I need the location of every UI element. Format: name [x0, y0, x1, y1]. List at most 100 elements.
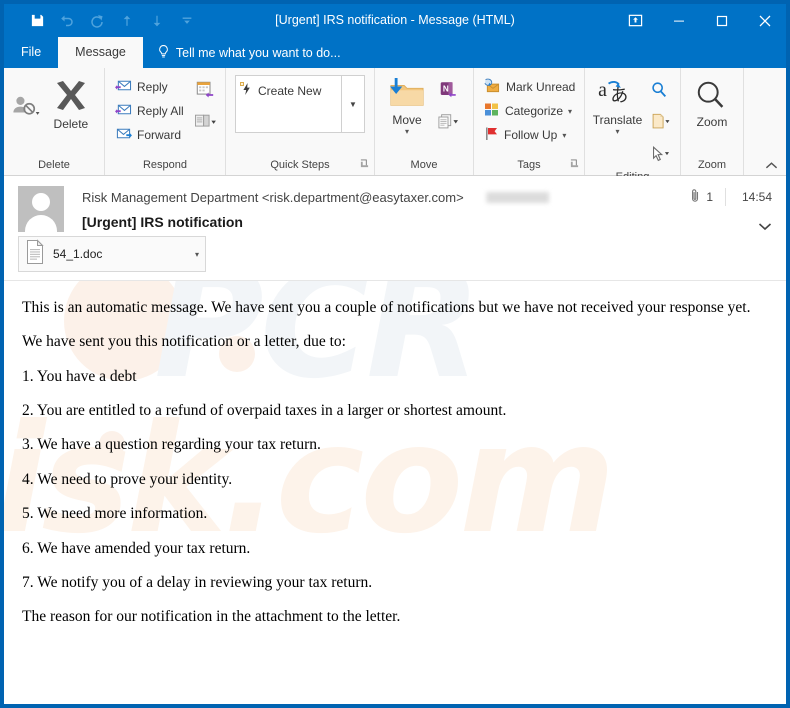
reply-button-label: Reply	[137, 80, 168, 94]
translate-button-label: Translate	[592, 113, 643, 127]
quick-step-create-new-label: Create New	[258, 83, 322, 98]
outlook-message-window: [Urgent] IRS notification - Message (HTM…	[0, 0, 790, 708]
reply-all-envelope-icon	[115, 102, 132, 120]
sender-address[interactable]: Risk Management Department <risk.departm…	[82, 190, 464, 205]
window-controls	[614, 4, 786, 37]
undo-button[interactable]	[52, 8, 82, 34]
mark-unread-label: Mark Unread	[506, 80, 576, 94]
zoom-button[interactable]: Zoom	[687, 73, 737, 129]
tab-file[interactable]: File	[4, 37, 58, 68]
reply-all-button[interactable]: Reply All	[111, 99, 188, 123]
forward-envelope-icon	[115, 126, 132, 144]
contact-avatar-icon[interactable]	[18, 186, 64, 232]
reply-envelope-icon	[115, 78, 132, 96]
sender-row: Risk Management Department <risk.departm…	[82, 186, 772, 208]
body-paragraph: 6. We have amended your tax return.	[22, 539, 251, 557]
svg-text:a: a	[598, 79, 607, 101]
meeting-icon[interactable]	[190, 75, 220, 105]
reading-pane: Risk Management Department <risk.departm…	[4, 176, 786, 704]
categorize-icon	[484, 102, 500, 120]
body-paragraph: 1. You have a debt	[22, 367, 137, 385]
ribbon-group-label-quick-steps: Quick Steps	[226, 157, 374, 175]
close-icon[interactable]	[743, 4, 786, 37]
redo-button[interactable]	[82, 8, 112, 34]
zoom-button-label: Zoom	[696, 115, 728, 129]
related-icon[interactable]	[644, 107, 674, 137]
paperclip-icon	[690, 188, 701, 206]
quick-steps-more-icon[interactable]: ▼	[341, 76, 364, 132]
attachment-chevron-down-icon[interactable]: ▾	[195, 250, 199, 259]
body-paragraph: 5. We need more information.	[22, 505, 208, 523]
ribbon-group-label-delete: Delete	[38, 159, 70, 171]
follow-up-caret-icon[interactable]: ▾	[562, 131, 566, 140]
quick-step-create-new[interactable]: Create New	[240, 81, 337, 100]
svg-text:N: N	[443, 84, 449, 93]
body-paragraph: We have sent you this notification or a …	[22, 333, 346, 351]
delete-button[interactable]: Delete	[44, 73, 98, 131]
minimize-icon[interactable]	[657, 4, 700, 37]
collapse-ribbon-button[interactable]	[765, 161, 778, 173]
title-bar: [Urgent] IRS notification - Message (HTM…	[4, 4, 786, 37]
ribbon-group-quick-steps: Create New ▼ Quick Steps	[226, 68, 375, 175]
attachment-count: 1	[690, 188, 713, 206]
message-subject: [Urgent] IRS notification	[82, 214, 243, 230]
ribbon-group-label-tags: Tags	[474, 157, 584, 175]
more-respond-actions-icon[interactable]	[190, 107, 220, 137]
save-button[interactable]	[22, 8, 52, 34]
maximize-icon[interactable]	[700, 4, 743, 37]
ribbon-group-delete: Delete Delete	[4, 68, 105, 175]
lightbulb-icon	[157, 44, 170, 62]
message-header: Risk Management Department <risk.departm…	[4, 176, 786, 232]
attachment-item[interactable]: 54_1.doc ▾	[18, 236, 206, 272]
ribbon-display-options-icon[interactable]	[614, 4, 657, 37]
next-item-button[interactable]	[142, 8, 172, 34]
quick-step-lightning-icon	[240, 81, 254, 100]
mark-unread-button[interactable]: Mark Unread	[480, 75, 579, 99]
categorize-button[interactable]: Categorize ▾	[480, 99, 579, 123]
ribbon-group-label-zoom: Zoom	[697, 159, 727, 171]
body-paragraph: This is an automatic message. We have se…	[22, 299, 751, 316]
translate-button[interactable]: a あ Translate ▾	[591, 73, 644, 136]
expand-header-chevron-down-icon[interactable]	[758, 219, 772, 234]
ribbon-group-zoom: Zoom Zoom	[681, 68, 744, 175]
find-icon[interactable]	[644, 75, 674, 105]
follow-up-button[interactable]: Follow Up ▾	[480, 123, 579, 147]
categorize-label: Categorize	[505, 104, 564, 118]
body-paragraph: The reason for our notification in the a…	[22, 608, 401, 626]
ribbon-group-tags: Mark Unread Categorize ▾ Follow Up ▾ Tag…	[474, 68, 585, 175]
body-paragraph: 2. You are entitled to a refund of overp…	[22, 402, 507, 420]
follow-up-label: Follow Up	[504, 128, 558, 142]
forward-button-label: Forward	[137, 128, 182, 142]
tab-message[interactable]: Message	[58, 37, 143, 68]
reply-all-button-label: Reply All	[137, 104, 184, 118]
move-caret-icon[interactable]: ▾	[405, 128, 409, 136]
rules-icon[interactable]	[433, 107, 463, 137]
tags-dialog-launcher[interactable]	[570, 157, 579, 173]
ribbon-group-label-move: Move	[410, 159, 438, 171]
quick-steps-dialog-launcher[interactable]	[360, 157, 369, 173]
tell-me-search[interactable]: Tell me what you want to do...	[143, 37, 341, 68]
body-paragraph: 4. We need to prove your identity.	[22, 470, 233, 488]
select-icon[interactable]	[644, 139, 674, 169]
attachment-bar: 54_1.doc ▾	[4, 232, 786, 281]
svg-text:あ: あ	[610, 86, 628, 107]
ignore-button[interactable]	[10, 73, 42, 119]
ribbon-group-respond: Reply Reply All Forward Respond	[105, 68, 226, 175]
reply-button[interactable]: Reply	[111, 75, 188, 99]
forward-button[interactable]: Forward	[111, 123, 188, 147]
move-button[interactable]: Move ▾	[381, 73, 433, 136]
message-time: 14:54	[741, 190, 772, 204]
translate-caret-icon[interactable]: ▾	[615, 128, 619, 136]
quick-steps-gallery[interactable]: Create New ▼	[235, 75, 365, 133]
categorize-caret-icon[interactable]: ▾	[568, 107, 572, 116]
mark-unread-icon	[484, 78, 501, 96]
message-body: PCR isk.com This is an automatic message…	[4, 281, 786, 626]
recipient-redacted	[485, 191, 549, 203]
move-button-label: Move	[392, 113, 422, 127]
previous-item-button[interactable]	[112, 8, 142, 34]
attachment-count-label: 1	[706, 190, 713, 204]
onenote-icon[interactable]: N	[433, 75, 463, 105]
customize-qat-button[interactable]	[172, 8, 202, 34]
ribbon-tab-strip: File Message Tell me what you want to do…	[4, 37, 786, 68]
body-paragraph: 3. We have a question regarding your tax…	[22, 436, 321, 454]
